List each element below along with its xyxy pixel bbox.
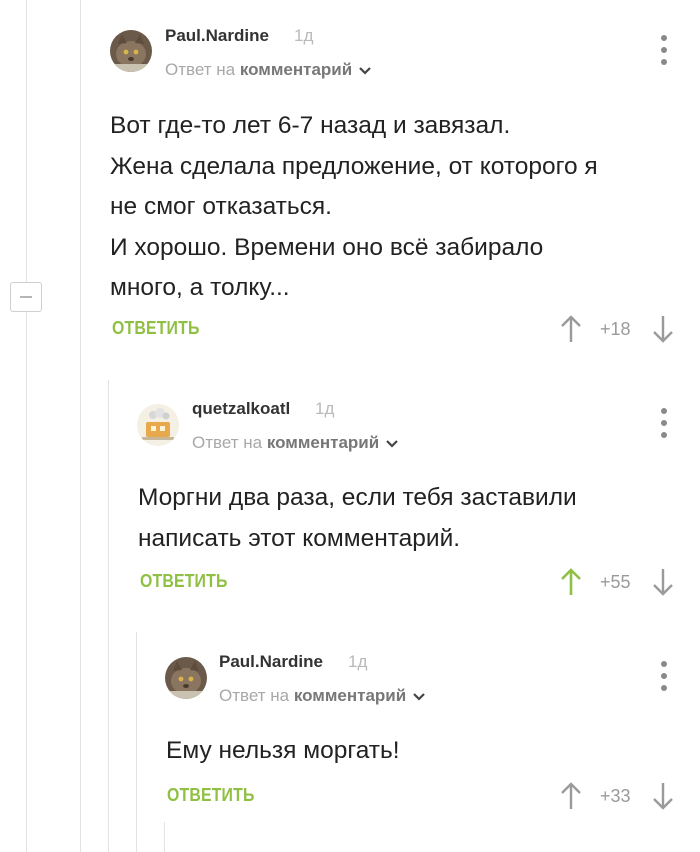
comment-age: 1д xyxy=(294,26,314,45)
reply-to-target[interactable]: комментарий xyxy=(240,60,352,79)
reply-to-link[interactable]: Ответ на комментарий xyxy=(165,60,372,80)
thread-line xyxy=(136,632,137,852)
reply-to-link[interactable]: Ответ на комментарий xyxy=(219,686,426,706)
comment-text: Моргни два раза, если тебя заставили нап… xyxy=(138,484,577,552)
reply-button[interactable]: ОТВЕТИТЬ xyxy=(167,785,255,806)
upvote-arrow-icon[interactable] xyxy=(560,314,582,344)
minus-icon xyxy=(20,296,32,298)
comment-age: 1д xyxy=(348,652,368,671)
downvote-arrow-icon[interactable] xyxy=(652,567,674,597)
author-name[interactable]: Paul.Nardine xyxy=(165,26,269,46)
thread-line xyxy=(108,380,109,852)
avatar[interactable] xyxy=(137,404,179,446)
reply-to-prefix: Ответ на xyxy=(219,686,290,705)
vote-score: +18 xyxy=(600,319,631,339)
avatar[interactable] xyxy=(165,657,207,699)
collapse-thread-button[interactable] xyxy=(10,282,42,312)
comment-text: Ему нельзя моргать! xyxy=(166,737,400,764)
thread-line xyxy=(26,0,27,282)
upvote-arrow-icon[interactable] xyxy=(560,567,582,597)
more-menu-icon[interactable] xyxy=(660,408,668,438)
chevron-down-icon[interactable] xyxy=(358,66,372,76)
author-name[interactable]: Paul.Nardine xyxy=(219,652,323,672)
comment-text: Вот где-то лет 6-7 назад и завязал. Жена… xyxy=(110,112,598,301)
upvote-arrow-icon[interactable] xyxy=(560,781,582,811)
reply-button[interactable]: ОТВЕТИТЬ xyxy=(112,318,200,339)
reply-to-link[interactable]: Ответ на комментарий xyxy=(192,433,399,453)
vote-score: +55 xyxy=(600,572,631,592)
reply-to-prefix: Ответ на xyxy=(165,60,236,79)
reply-to-target[interactable]: комментарий xyxy=(267,433,379,452)
reply-button[interactable]: ОТВЕТИТЬ xyxy=(140,571,228,592)
reply-to-prefix: Ответ на xyxy=(192,433,263,452)
thread-line xyxy=(164,822,165,852)
thread-line xyxy=(26,312,27,852)
comment-age: 1д xyxy=(315,399,335,418)
chevron-down-icon[interactable] xyxy=(385,439,399,449)
more-menu-icon[interactable] xyxy=(660,661,668,691)
downvote-arrow-icon[interactable] xyxy=(652,314,674,344)
chevron-down-icon[interactable] xyxy=(412,692,426,702)
downvote-arrow-icon[interactable] xyxy=(652,781,674,811)
reply-to-target[interactable]: комментарий xyxy=(294,686,406,705)
author-name[interactable]: quetzalkoatl xyxy=(192,399,290,419)
vote-score: +33 xyxy=(600,786,631,806)
more-menu-icon[interactable] xyxy=(660,35,668,65)
thread-line xyxy=(80,0,81,852)
avatar[interactable] xyxy=(110,30,152,72)
